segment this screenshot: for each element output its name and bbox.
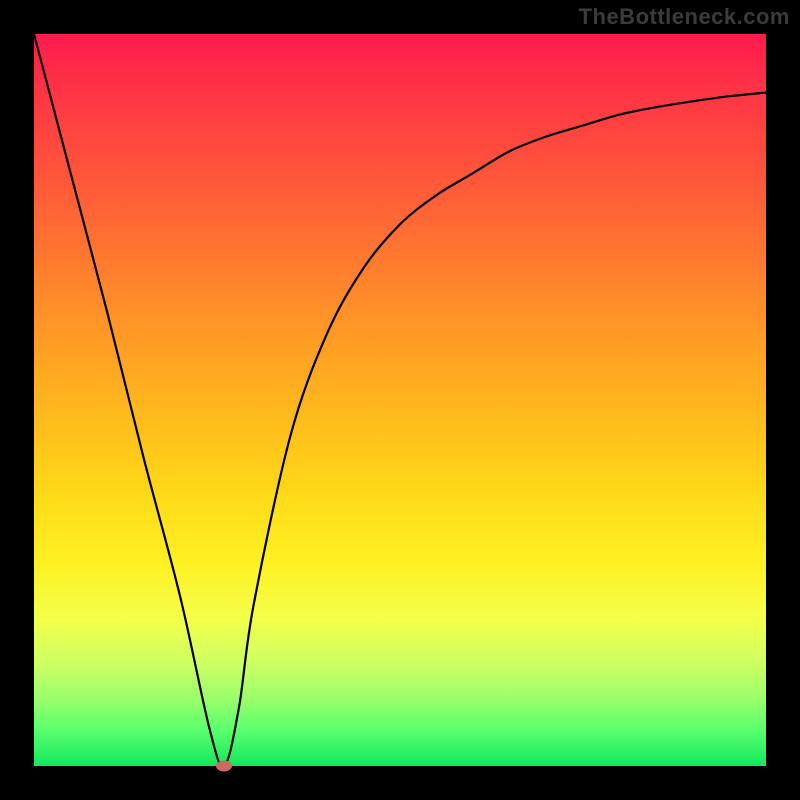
minimum-marker <box>216 761 232 772</box>
plot-area <box>34 34 766 766</box>
watermark-text: TheBottleneck.com <box>579 4 790 30</box>
chart-container: TheBottleneck.com <box>0 0 800 800</box>
bottleneck-curve <box>34 34 766 766</box>
